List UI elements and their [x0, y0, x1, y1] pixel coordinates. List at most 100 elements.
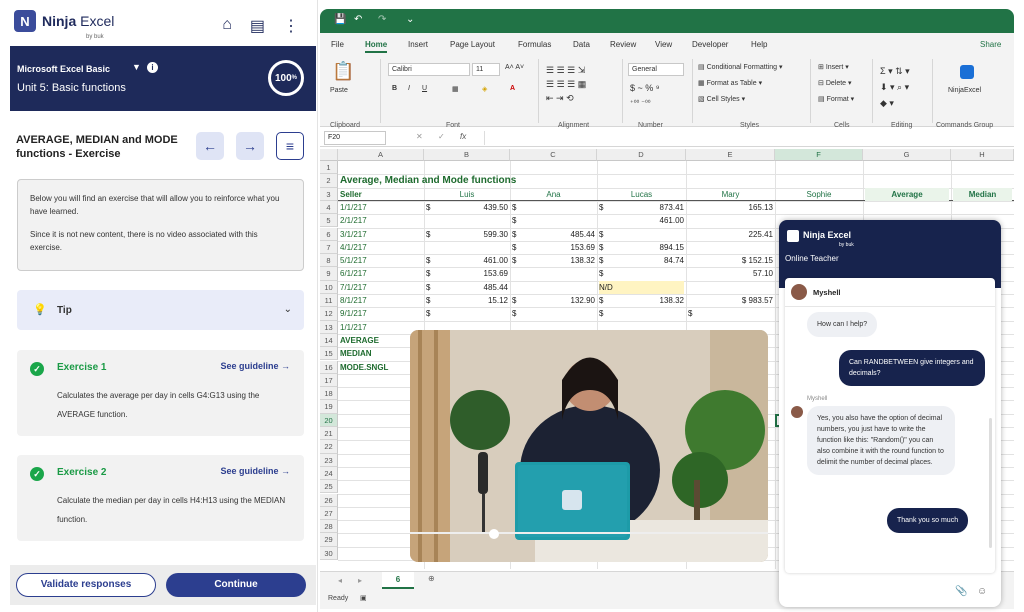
next-button[interactable]: →: [236, 132, 264, 160]
delete-cells-button[interactable]: Delete: [826, 80, 846, 87]
ninjaexcel-addin-icon[interactable]: [960, 65, 974, 79]
formula-input[interactable]: [484, 131, 1010, 145]
tab-review[interactable]: Review: [610, 40, 636, 49]
column-header[interactable]: H: [951, 149, 1014, 161]
value-cell[interactable]: $: [512, 307, 595, 320]
save-icon[interactable]: 💾: [334, 14, 346, 25]
menu-button[interactable]: ≡: [276, 132, 304, 160]
value-cell[interactable]: $: [512, 201, 595, 214]
value-cell[interactable]: N/D: [599, 280, 684, 294]
tab-formulas[interactable]: Formulas: [518, 40, 551, 49]
enter-icon[interactable]: ✓: [438, 132, 445, 141]
prev-sheet-icon[interactable]: ◂: [338, 576, 342, 585]
row-header[interactable]: 8: [320, 254, 338, 268]
font-color-icon[interactable]: A: [510, 85, 515, 92]
row-header[interactable]: 22: [320, 440, 338, 454]
value-cell[interactable]: $: [599, 267, 684, 280]
date-cell[interactable]: 7/1/217: [340, 281, 422, 294]
underline-button[interactable]: U: [422, 85, 427, 92]
date-cell[interactable]: 1/1/217: [340, 321, 422, 334]
info-icon[interactable]: i: [147, 62, 158, 73]
value-cell[interactable]: 57.10: [688, 267, 773, 280]
insert-cells-button[interactable]: Insert: [826, 64, 844, 71]
row-header[interactable]: 11: [320, 294, 338, 308]
row-header[interactable]: 7: [320, 240, 338, 255]
column-title-cell[interactable]: Average: [865, 187, 949, 201]
value-cell[interactable]: 461.00: [426, 254, 508, 267]
conditional-formatting-button[interactable]: Conditional Formatting: [707, 64, 777, 71]
value-cell[interactable]: $: [512, 214, 595, 227]
chat-icon[interactable]: ▤: [250, 16, 265, 36]
row-header[interactable]: 29: [320, 533, 338, 547]
undo-icon[interactable]: ↶: [354, 14, 362, 25]
row-header[interactable]: 9: [320, 267, 338, 281]
date-cell[interactable]: 4/1/217: [340, 241, 422, 254]
row-header[interactable]: 20: [320, 413, 338, 427]
row-header[interactable]: 23: [320, 453, 338, 467]
course-name[interactable]: Microsoft Excel Basic: [17, 64, 110, 74]
column-header[interactable]: C: [510, 149, 597, 161]
value-cell[interactable]: 132.90: [512, 294, 595, 307]
row-header[interactable]: 27: [320, 506, 338, 521]
chevron-down-icon[interactable]: ▼: [132, 62, 141, 72]
tab-developer[interactable]: Developer: [692, 40, 728, 49]
row-header[interactable]: 3: [320, 187, 338, 201]
attach-icon[interactable]: 📎: [955, 586, 967, 597]
sheet-tab[interactable]: 6: [382, 572, 414, 589]
chevron-down-icon[interactable]: ⌄: [284, 304, 292, 315]
row-header[interactable]: 18: [320, 387, 338, 401]
row-header[interactable]: 4: [320, 200, 338, 215]
value-cell[interactable]: 138.32: [512, 254, 595, 267]
date-cell[interactable]: 1/1/217: [340, 201, 422, 214]
row-header[interactable]: 5: [320, 214, 338, 228]
value-cell[interactable]: $: [688, 307, 773, 320]
column-title-cell[interactable]: Ana: [512, 188, 595, 201]
previous-button[interactable]: ←: [196, 132, 224, 160]
tab-page-layout[interactable]: Page Layout: [450, 40, 495, 49]
date-cell[interactable]: 5/1/217: [340, 254, 422, 267]
share-button[interactable]: Share: [980, 40, 1001, 49]
decimal-icons[interactable]: ⁺⁰⁰ ⁻⁰⁰: [630, 99, 651, 107]
date-cell[interactable]: 8/1/217: [340, 294, 422, 307]
paste-icon[interactable]: 📋: [332, 61, 354, 82]
value-cell[interactable]: 439.50: [426, 201, 508, 214]
customize-icon[interactable]: ⌄: [406, 14, 414, 25]
row-header[interactable]: 21: [320, 427, 338, 441]
value-cell[interactable]: 485.44: [512, 228, 595, 241]
tip-accordion[interactable]: 💡 Tip ⌄: [17, 290, 304, 330]
fx-icon[interactable]: fx: [460, 132, 466, 141]
next-sheet-icon[interactable]: ▸: [358, 576, 362, 585]
cancel-icon[interactable]: ✕: [416, 132, 423, 141]
row-header[interactable]: 2: [320, 174, 338, 188]
value-cell[interactable]: 225.41: [688, 228, 773, 241]
validate-button[interactable]: Validate responses: [16, 573, 156, 597]
column-header[interactable]: G: [863, 149, 951, 161]
row-header[interactable]: 25: [320, 480, 338, 494]
column-title-cell[interactable]: Median: [953, 187, 1012, 201]
row-header[interactable]: 1: [320, 161, 338, 175]
value-cell[interactable]: $: [599, 201, 684, 214]
fill-color-icon[interactable]: ◈: [482, 85, 487, 93]
column-header[interactable]: E: [686, 149, 775, 161]
tab-data[interactable]: Data: [573, 40, 590, 49]
ninjaexcel-addin-button[interactable]: NinjaExcel: [948, 87, 981, 94]
column-title-cell[interactable]: Seller: [340, 188, 422, 201]
value-cell[interactable]: $: [599, 228, 684, 241]
date-cell[interactable]: 9/1/217: [340, 307, 422, 320]
row-header[interactable]: 17: [320, 373, 338, 388]
alignment-icons[interactable]: ☰ ☰ ☰ ⇲ ☰ ☰ ☰ ▦ ⇤ ⇥ ⟲: [546, 63, 586, 105]
row-header[interactable]: 6: [320, 227, 338, 241]
macro-record-icon[interactable]: ▣: [360, 594, 367, 602]
value-cell[interactable]: 138.32: [599, 294, 684, 307]
tab-home[interactable]: Home: [365, 40, 388, 53]
column-title-cell[interactable]: Sophie: [777, 188, 861, 201]
sheet-title-cell[interactable]: Average, Median and Mode functions: [340, 174, 600, 187]
teacher-video[interactable]: [410, 330, 768, 562]
italic-button[interactable]: I: [408, 85, 410, 92]
number-format-select[interactable]: General: [628, 63, 684, 76]
tab-file[interactable]: File: [331, 40, 344, 49]
value-cell[interactable]: 165.13: [688, 201, 773, 214]
row-header[interactable]: 16: [320, 360, 338, 374]
row-header[interactable]: 24: [320, 466, 338, 481]
paste-button[interactable]: Paste: [330, 87, 348, 94]
